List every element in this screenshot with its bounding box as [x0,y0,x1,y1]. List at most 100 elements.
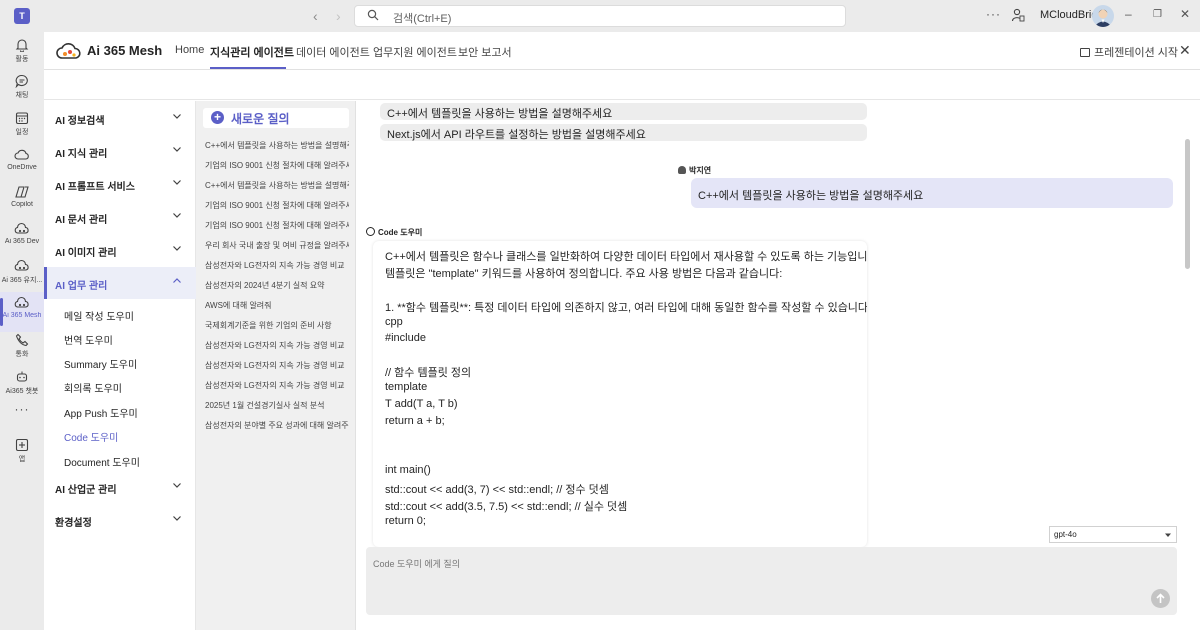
present-button[interactable]: 프레젠테이션 시작 [1080,44,1178,60]
org-person-icon[interactable] [1011,8,1025,22]
minimize-icon[interactable]: – [1125,7,1132,21]
tab-work-agent[interactable]: 업무지원 에이전트 [373,44,457,60]
person-icon [678,166,686,174]
chevron-down-icon [173,147,181,152]
chat-scrollbar[interactable] [1185,109,1190,541]
menu-item-ai-prompt[interactable]: AI 프롬프트 서비스 [44,168,196,200]
chat-area: C++에서 템플릿을 사용하는 방법을 설명해주세요 Next.js에서 API… [356,101,1200,630]
history-item[interactable]: 삼성전자와 LG전자의 지속 가능 경영 비교 [205,340,349,351]
history-item[interactable]: AWS에 대해 알려줘 [205,300,349,311]
submenu-document[interactable]: Document 도우미 [64,454,140,469]
present-icon [1080,48,1090,57]
suggested-question[interactable]: C++에서 템플릿을 사용하는 방법을 설명해주세요 [380,103,867,120]
tab-knowledge-agent[interactable]: 지식관리 에이전트 [210,44,294,60]
history-item[interactable]: 국제회계기준을 위한 기업의 준비 사항 [205,320,349,331]
new-query-button[interactable]: + 새로운 질의 [203,108,349,128]
menu-item-settings[interactable]: 환경설정 [44,504,196,536]
chat-icon [15,74,28,88]
bot-icon [16,371,28,382]
rail-item-ai365-dev[interactable]: Ai 365 Dev [0,218,44,258]
menu-item-ai-knowledge[interactable]: AI 지식 관리 [44,135,196,167]
rail-item-chatbot[interactable]: Ai365 챗봇 [0,366,44,406]
rail-label: Ai365 챗봇 [5,388,39,395]
response-line: return a + b; [385,415,445,427]
history-item[interactable]: 삼성전자의 분야별 주요 성과에 대해 알려주세요 [205,420,349,431]
teams-logo-icon[interactable]: T [14,8,30,24]
menu-item-ai-search[interactable]: AI 정보검색 [44,102,196,134]
response-line: cpp [385,316,403,328]
model-value: gpt-4o [1054,530,1077,539]
rail-label: Ai 365 Mesh [2,312,42,319]
chevron-down-icon [173,246,181,251]
history-item[interactable]: 기업의 ISO 9001 신청 절차에 대해 알려주세요 [205,200,349,211]
rail-label: 활동 [15,56,29,63]
rail-item-calendar[interactable]: 일정 [0,107,44,147]
active-indicator [0,298,3,326]
history-item[interactable]: 기업의 ISO 9001 신청 절차에 대해 알려주세요 [205,160,349,171]
mesh-icon [14,259,29,271]
history-item[interactable]: 2025년 1월 건설경기실사 실적 분석 [205,400,349,411]
history-item[interactable]: 삼성전자와 LG전자의 지속 가능 경영 비교 [205,380,349,391]
chevron-down-icon [173,114,181,119]
rail-label: 앱 [18,456,26,463]
chat-input-box [366,547,1177,615]
rail-item-copilot[interactable]: Copilot [0,181,44,221]
history-item[interactable]: 삼성전자와 LG전자의 지속 가능 경영 비교 [205,360,349,371]
plus-icon: + [211,111,224,124]
submenu-summary[interactable]: Summary 도우미 [64,356,137,371]
response-line: template [385,381,428,393]
more-options-icon[interactable]: ··· [986,7,1001,21]
response-line: std::cout << add(3, 7) << std::endl; // … [385,484,609,496]
app-close-icon[interactable]: ✕ [1179,42,1191,59]
globe-icon [366,227,375,236]
scrollbar-thumb[interactable] [1185,139,1190,269]
tab-home[interactable]: Home [175,44,204,56]
response-line: 1. **함수 템플릿**: 특정 데이터 타입에 의존하지 않고, 여러 타입… [385,302,867,314]
history-item[interactable]: C++에서 템플릿을 사용하는 방법을 설명해주세요 [205,140,349,151]
forward-arrow-icon[interactable]: › [336,8,341,24]
present-label: 프레젠테이션 시작 [1094,47,1179,59]
history-item[interactable]: 우리 회사 국내 출장 및 여비 규정을 알려주세요 [205,240,349,251]
tab-security-report[interactable]: 보안 보고서 [458,44,512,60]
history-item[interactable]: 삼성전자의 2024년 4분기 실적 요약 [205,280,349,291]
bot-name-label: Code 도우미 [378,228,423,237]
menu-item-ai-work[interactable]: AI 업무 관리 [44,267,196,299]
menu-item-ai-image[interactable]: AI 이미지 관리 [44,234,196,266]
rail-label: Copilot [11,201,33,208]
chat-input[interactable] [366,547,1177,615]
suggested-question[interactable]: Next.js에서 API 라우트를 설정하는 방법을 설명해주세요 [380,124,867,141]
model-select[interactable]: gpt-4o [1049,526,1177,543]
response-line: 템플릿은 "template" 키워드를 사용하여 정의합니다. 주요 사용 방… [385,268,783,280]
menu-item-ai-document[interactable]: AI 문서 관리 [44,201,196,233]
rail-item-activity[interactable]: 활동 [0,34,44,74]
history-item[interactable]: 기업의 ISO 9001 신청 절차에 대해 알려주세요 [205,220,349,231]
response-line: #include [385,332,426,344]
rail-item-ai365-maintenance[interactable]: Ai 365 유지... [0,255,44,295]
search-input[interactable]: 검색(Ctrl+E) [354,5,846,27]
restore-icon[interactable]: ❐ [1153,9,1162,20]
avatar[interactable] [1092,5,1114,27]
tab-data-agent[interactable]: 데이터 에이전트 [296,44,370,60]
menu-item-ai-industry[interactable]: AI 산업군 관리 [44,471,196,503]
submenu-mail[interactable]: 메일 작성 도우미 [64,308,134,323]
send-button[interactable] [1151,589,1170,608]
history-item[interactable]: 삼성전자와 LG전자의 지속 가능 경영 비교 [205,260,349,271]
submenu-translate[interactable]: 번역 도우미 [64,332,113,347]
rail-item-chat[interactable]: 채팅 [0,70,44,110]
more-icon: ··· [14,402,30,416]
history-item[interactable]: C++에서 템플릿을 사용하는 방법을 설명해주세요 [205,180,349,191]
rail-item-apps[interactable]: 앱 [0,434,44,474]
submenu-app-push[interactable]: App Push 도우미 [64,405,138,420]
rail-label: 통화 [15,351,29,358]
submenu-minutes[interactable]: 회의록 도우미 [64,380,122,395]
rail-more[interactable]: ··· [0,402,44,424]
submenu-code[interactable]: Code 도우미 [64,429,118,444]
app-header: Ai 365 Mesh Home 지식관리 에이전트 데이터 에이전트 업무지원… [44,32,1200,70]
bot-response-card: C++에서 템플릿은 함수나 클래스를 일반화하여 다양한 데이터 타입에서 재… [373,241,867,547]
rail-label: OneDrive [7,164,37,171]
back-arrow-icon[interactable]: ‹ [313,8,318,24]
rail-item-ai365-mesh[interactable]: Ai 365 Mesh [0,292,44,332]
window-close-icon[interactable]: ✕ [1180,7,1190,21]
rail-item-calls[interactable]: 통화 [0,329,44,369]
rail-item-onedrive[interactable]: OneDrive [0,144,44,184]
